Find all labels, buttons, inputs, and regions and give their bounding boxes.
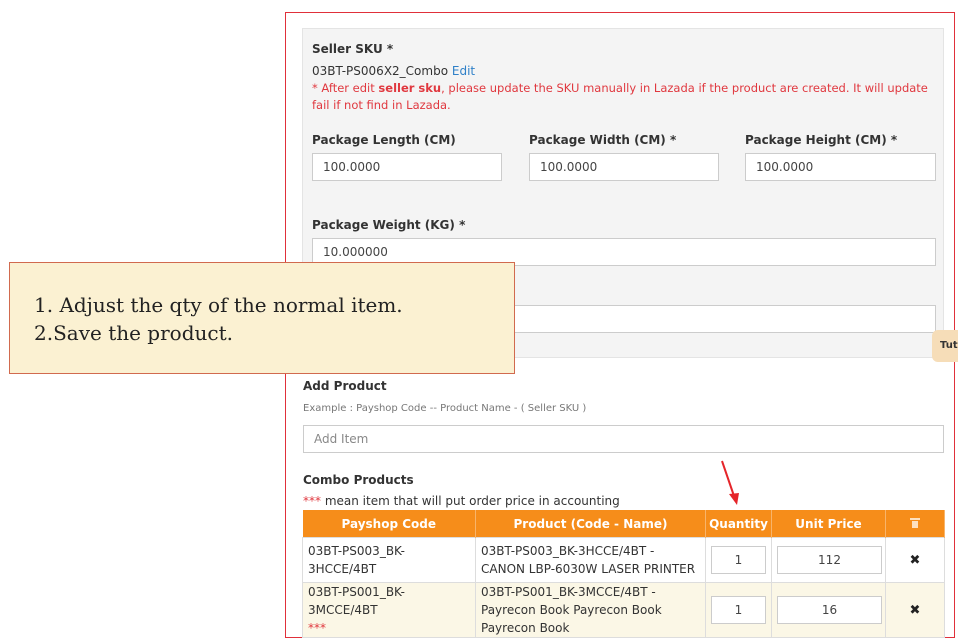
seller-sku-warning: * After edit seller sku, please update t… — [312, 80, 932, 114]
warning-prefix: * After edit — [312, 81, 379, 95]
col-payshop-code: Payshop Code — [302, 510, 476, 538]
seller-sku-value: 03BT-PS006X2_Combo — [312, 64, 449, 78]
table-row: 03BT-PS001_BK-3MCCE/4BT *** 03BT-PS001_BK… — [302, 582, 945, 638]
add-product-example: Example : Payshop Code -- Product Name -… — [303, 403, 587, 414]
table-header-row: Payshop Code Product (Code - Name) Quant… — [302, 510, 945, 538]
package-height-input[interactable]: 100.0000 — [745, 153, 936, 181]
seller-sku-label: Seller SKU * — [312, 42, 394, 56]
row-code: 03BT-PS003_BK-3HCCE/4BT — [308, 544, 405, 576]
quantity-input[interactable]: 1 — [711, 546, 766, 574]
col-product: Product (Code - Name) — [475, 510, 706, 538]
row-remove-cell: ✖ — [885, 582, 945, 638]
instruction-callout: 1. Adjust the qty of the normal item. 2.… — [9, 262, 515, 374]
close-icon[interactable]: ✖ — [910, 552, 921, 570]
row-qty-cell: 1 — [705, 582, 772, 638]
row-price-cell: 16 — [771, 582, 886, 638]
row-product: 03BT-PS001_BK-3MCCE/4BT - Payrecon Book … — [475, 582, 706, 638]
package-width-label: Package Width (CM) * — [529, 133, 677, 147]
row-code-cell: 03BT-PS003_BK-3HCCE/4BT — [302, 537, 476, 583]
row-price-cell: 112 — [771, 537, 886, 583]
col-delete — [885, 510, 945, 538]
close-icon[interactable]: ✖ — [910, 602, 921, 620]
row-code-cell: 03BT-PS001_BK-3MCCE/4BT *** — [302, 582, 476, 638]
instruction-step-1: 1. Adjust the qty of the normal item. — [34, 293, 403, 317]
col-quantity: Quantity — [705, 510, 772, 538]
package-weight-label: Package Weight (KG) * — [312, 218, 466, 232]
add-item-input[interactable]: Add Item — [303, 425, 944, 453]
red-arrow-icon — [721, 460, 739, 505]
row-remove-cell: ✖ — [885, 537, 945, 583]
package-width-input[interactable]: 100.0000 — [529, 153, 719, 181]
table-row: 03BT-PS003_BK-3HCCE/4BT 03BT-PS003_BK-3H… — [302, 537, 945, 583]
unit-price-input[interactable]: 112 — [777, 546, 882, 574]
combo-products-table: Payshop Code Product (Code - Name) Quant… — [302, 510, 945, 638]
row-product: 03BT-PS003_BK-3HCCE/4BT - CANON LBP-6030… — [475, 537, 706, 583]
row-qty-cell: 1 — [705, 537, 772, 583]
instruction-step-2: 2.Save the product. — [34, 321, 233, 345]
unit-price-input[interactable]: 16 — [777, 596, 882, 624]
combo-note-text: mean item that will put order price in a… — [321, 494, 620, 508]
add-product-label: Add Product — [303, 379, 387, 393]
row-code: 03BT-PS001_BK-3MCCE/4BT — [308, 585, 405, 617]
quantity-input[interactable]: 1 — [711, 596, 766, 624]
col-unit-price: Unit Price — [771, 510, 886, 538]
trash-icon[interactable] — [910, 517, 920, 528]
combo-note-stars: *** — [303, 494, 321, 508]
row-code-mark: *** — [308, 621, 326, 635]
combo-products-label: Combo Products — [303, 473, 414, 487]
package-height-label: Package Height (CM) * — [745, 133, 898, 147]
combo-note: *** mean item that will put order price … — [303, 494, 620, 508]
side-tutorial-tab[interactable]: Tut — [932, 330, 958, 362]
warning-bold: seller sku — [378, 81, 442, 95]
add-item-placeholder: Add Item — [314, 432, 369, 446]
seller-sku-edit-link[interactable]: Edit — [452, 64, 475, 78]
seller-sku-row: 03BT-PS006X2_Combo Edit — [312, 64, 475, 78]
package-length-input[interactable]: 100.0000 — [312, 153, 502, 181]
package-length-label: Package Length (CM) — [312, 133, 456, 147]
